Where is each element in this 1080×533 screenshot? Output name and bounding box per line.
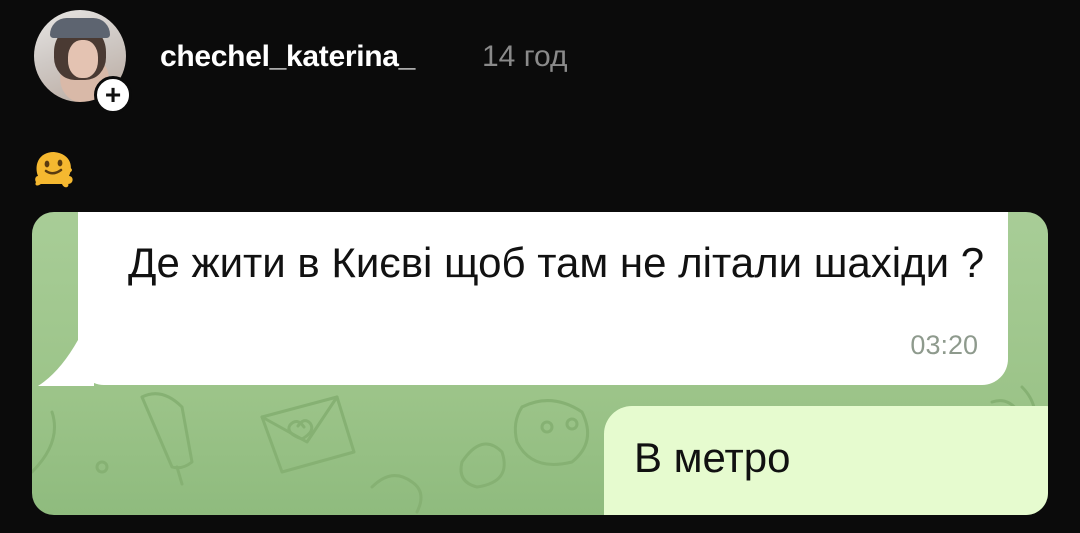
outgoing-message-bubble[interactable]: В метро (604, 406, 1048, 515)
chat-screenshot: Де жити в Києві щоб там не літали шахіди… (32, 212, 1048, 515)
outgoing-message-text: В метро (634, 434, 791, 481)
avatar-container[interactable]: + (34, 10, 132, 114)
avatar-face (68, 40, 98, 78)
post-time: 14 год (482, 40, 568, 73)
incoming-message-bubble[interactable]: Де жити в Києві щоб там не літали шахіди… (78, 212, 1008, 385)
melting-face-emoji-icon (35, 152, 73, 188)
avatar-cap (50, 18, 110, 38)
story-post: + chechel_katerina_ 14 год Де жити в Киє… (0, 0, 1080, 533)
username[interactable]: chechel_katerina_ (160, 40, 415, 74)
incoming-message-text: Де жити в Києві щоб там не літали шахіди… (128, 239, 985, 286)
add-story-plus-icon[interactable]: + (94, 76, 132, 114)
incoming-message-time: 03:20 (910, 330, 978, 360)
